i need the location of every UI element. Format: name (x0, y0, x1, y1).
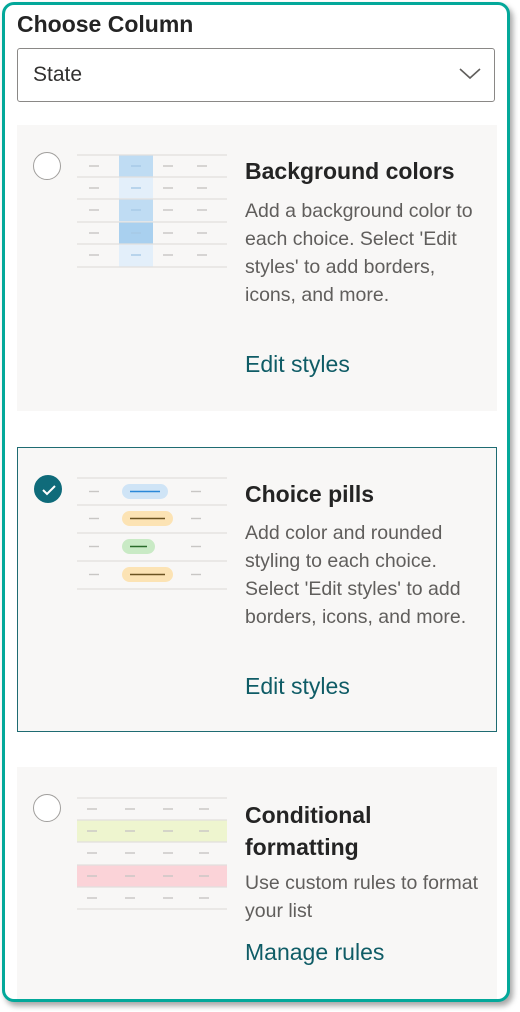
option-radio-conditional-formatting[interactable] (33, 794, 61, 822)
option-conditional-formatting[interactable]: Conditional formatting Use custom rules … (17, 767, 497, 999)
background-colors-preview-image (77, 154, 227, 268)
option-description: Add color and rounded styling to each ch… (245, 522, 467, 628)
option-background-colors[interactable]: Background colors Add a background color… (17, 125, 497, 411)
option-description: Use custom rules to format your list (245, 872, 478, 922)
checkmark-icon (42, 485, 56, 496)
format-column-panel: Choose Column State Background colors Ad… (2, 2, 510, 1002)
option-description: Add a background color to each choice. S… (245, 200, 473, 306)
column-dropdown-value: State (33, 63, 83, 86)
panel-title: Choose Column (17, 11, 194, 37)
option-title: Background colors (245, 158, 455, 184)
option-title: Conditional formatting (245, 802, 372, 860)
manage-rules-link[interactable]: Manage rules (245, 939, 384, 966)
edit-styles-link[interactable]: Edit styles (245, 351, 350, 378)
column-dropdown[interactable]: State (17, 48, 495, 102)
option-radio-background-colors[interactable] (33, 152, 61, 180)
option-radio-choice-pills[interactable] (34, 475, 62, 503)
option-choice-pills[interactable]: Choice pills Add color and rounded styli… (17, 447, 497, 732)
conditional-formatting-preview-image (77, 797, 227, 910)
chevron-down-icon (459, 68, 481, 80)
option-title: Choice pills (245, 481, 375, 507)
edit-styles-link[interactable]: Edit styles (245, 673, 350, 700)
choice-pills-preview-image (77, 477, 227, 590)
